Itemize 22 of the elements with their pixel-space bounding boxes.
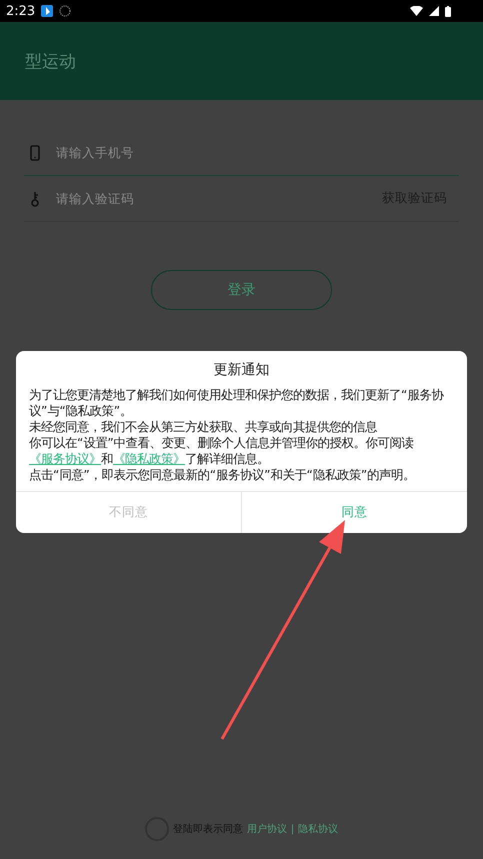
app-title: 型运动: [25, 50, 76, 72]
wifi-icon: [410, 6, 423, 16]
separator: |: [290, 824, 294, 834]
signal-icon: [429, 6, 439, 16]
phone-input[interactable]: 请输入手机号: [54, 144, 459, 161]
user-agreement-link[interactable]: 用户协议: [246, 822, 287, 836]
status-time: 2:23: [6, 4, 36, 18]
dialog-paragraph: 为了让您更清楚地了解我们如何使用处理和保护您的数据，我们更新了“服务协议”与“隐私政策”。: [29, 387, 445, 419]
privacy-link[interactable]: 隐私协议: [298, 822, 338, 836]
dialog-title: 更新通知: [212, 361, 270, 380]
agreement-link[interactable]: 《服务协议》: [29, 452, 101, 466]
dialog-paragraph: 点击“同意”，即表示您同意最新的“服务协议”和关于“隐私政策”的声明。: [29, 467, 416, 483]
dialog-paragraph: 你可以在“设置”中查看、变更、删除个人信息并管理你的授权。你可阅读 《服务协议》和《隐私政策》了解详细信息。: [29, 435, 415, 467]
battery-icon: [445, 6, 451, 16]
app-icon: [41, 5, 54, 17]
phone-icon: [30, 144, 40, 160]
dialog-paragraph: 未经您同意，我们不会从第三方处获取、共享或向其提供您的信息: [29, 419, 378, 435]
code-input[interactable]: 请输入验证码: [54, 190, 368, 207]
agreement-link[interactable]: 《隐私政策》: [113, 452, 185, 466]
disagree-button[interactable]: 不同意: [16, 492, 241, 533]
key-icon: [30, 190, 40, 206]
login-button[interactable]: 登录: [151, 270, 332, 310]
